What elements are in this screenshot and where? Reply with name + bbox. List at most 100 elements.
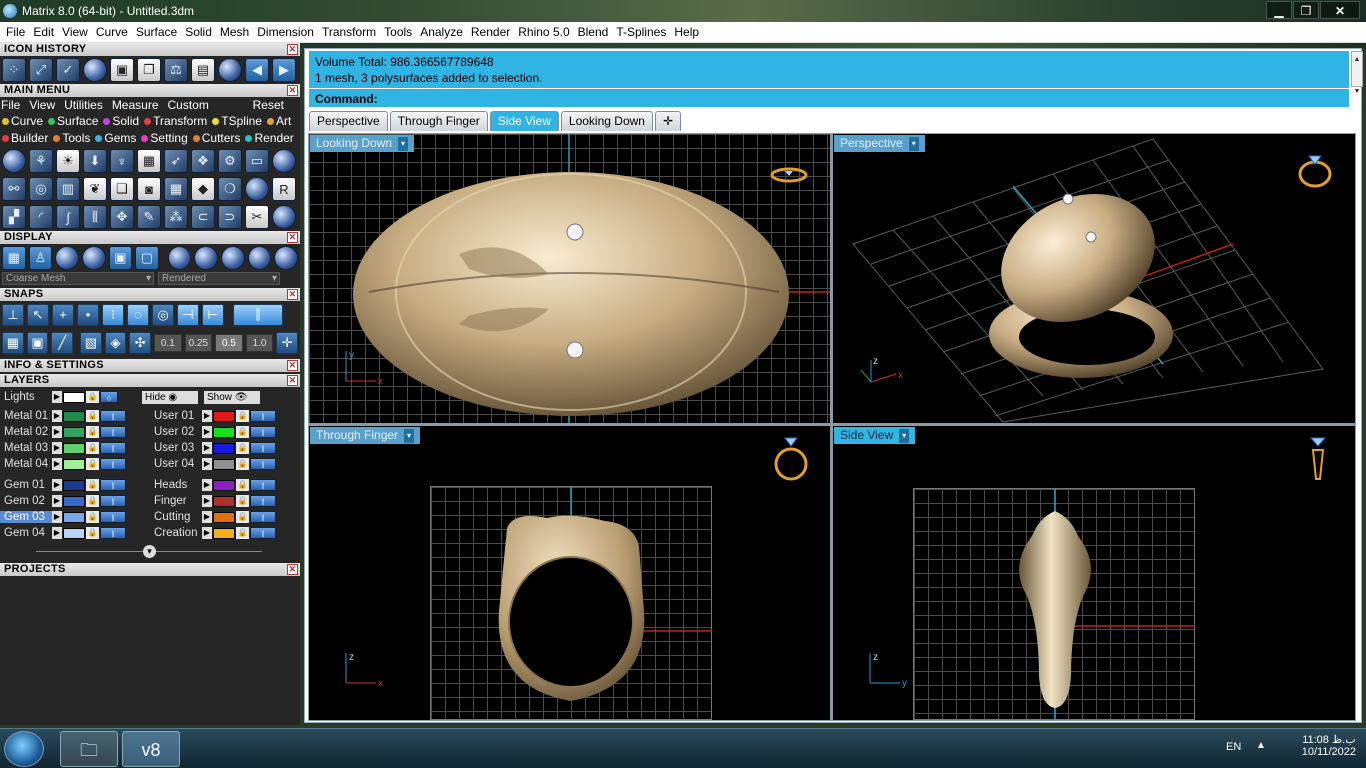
layer-row[interactable]: User 02 ▶ 🔒 I: [150, 424, 296, 440]
menu-render[interactable]: Render: [467, 25, 514, 39]
layer-name[interactable]: User 01: [150, 410, 202, 422]
crystal-icon[interactable]: ❖: [191, 149, 215, 173]
line-snap-icon[interactable]: ╱: [51, 332, 74, 354]
layer-color[interactable]: [63, 426, 85, 438]
move-icon[interactable]: ✥: [110, 205, 134, 229]
layer-row[interactable]: Metal 03 ▶ 🔒 I: [0, 440, 150, 456]
menu-file[interactable]: File: [2, 25, 29, 39]
layer-name[interactable]: Metal 01: [0, 410, 52, 422]
hatch-icon[interactable]: ▧: [80, 332, 102, 354]
mesh-select[interactable]: Coarse Mesh: [2, 272, 154, 285]
viewport-label[interactable]: Perspective ▾: [834, 135, 925, 152]
close-icon[interactable]: ✕: [287, 564, 298, 575]
close-icon[interactable]: ✕: [287, 360, 298, 371]
sun-icon[interactable]: ☀: [56, 149, 80, 173]
layer-row[interactable]: User 01 ▶ 🔒 I: [150, 408, 296, 424]
link-icon[interactable]: ⊂: [191, 205, 215, 229]
expand-icon[interactable]: ▶: [52, 426, 62, 438]
globe-icon[interactable]: [218, 58, 242, 82]
expand-icon[interactable]: ▶: [202, 410, 212, 422]
close-icon[interactable]: ✕: [287, 85, 298, 96]
menu-view[interactable]: View: [58, 25, 92, 39]
start-button[interactable]: [4, 731, 44, 767]
arrow-left-icon[interactable]: ◀: [245, 58, 269, 82]
viewport-side-view[interactable]: zy Side View ▾: [833, 426, 1355, 720]
layer-color[interactable]: [213, 442, 235, 454]
close-icon[interactable]: ✕: [287, 44, 298, 55]
snap-int-icon[interactable]: ◌: [127, 304, 149, 326]
screen-icon[interactable]: ▣: [108, 246, 133, 270]
lock-icon[interactable]: 🔒: [236, 426, 249, 438]
menu-rhino[interactable]: Rhino 5.0: [514, 25, 573, 39]
layer-row[interactable]: Gem 04 ▶ 🔒 I: [0, 525, 150, 541]
lock-icon[interactable]: 🔒: [86, 495, 99, 507]
lock-icon[interactable]: 🔒: [86, 527, 99, 539]
sphere-icon[interactable]: [83, 58, 107, 82]
visible-toggle[interactable]: I: [250, 442, 276, 454]
layer-row[interactable]: Metal 01 ▶ 🔒 I: [0, 408, 150, 424]
snap-toggle-icon[interactable]: ⫿: [233, 304, 283, 326]
layer-row[interactable]: Cutting ▶ 🔒 I: [150, 509, 296, 525]
layer-color[interactable]: [213, 426, 235, 438]
layer-color[interactable]: [213, 410, 235, 422]
collapse-icon[interactable]: ▾: [143, 545, 156, 558]
add-tab-button[interactable]: ✛: [654, 111, 681, 131]
chevron-down-icon[interactable]: ▾: [404, 428, 415, 443]
network-icon[interactable]: ⚯: [2, 177, 26, 201]
menu-tools[interactable]: Tools: [380, 25, 416, 39]
cat-solid[interactable]: Solid: [103, 113, 139, 130]
layer-row[interactable]: Metal 02 ▶ 🔒 I: [0, 424, 150, 440]
page-icon[interactable]: ❑: [110, 177, 134, 201]
visible-toggle[interactable]: I: [100, 426, 126, 438]
menu-transform[interactable]: Transform: [318, 25, 380, 39]
snap-near-icon[interactable]: ↖: [27, 304, 49, 326]
layer-row[interactable]: Heads ▶ 🔒 I: [150, 477, 296, 493]
glass-sphere-icon[interactable]: [247, 246, 272, 270]
visible-toggle[interactable]: I: [250, 495, 276, 507]
close-button[interactable]: ✕: [1320, 1, 1360, 19]
mode-select[interactable]: Rendered: [158, 272, 280, 285]
visible-toggle[interactable]: I: [250, 458, 276, 470]
drop-icon[interactable]: ❍: [218, 177, 242, 201]
layer-color[interactable]: [213, 479, 235, 491]
cat-transform[interactable]: Transform: [144, 113, 207, 130]
frame-icon[interactable]: ▭: [245, 149, 269, 173]
cube-icon[interactable]: [272, 149, 296, 173]
lock-icon[interactable]: 🔒: [236, 495, 249, 507]
layer-row[interactable]: Finger ▶ 🔒 I: [150, 493, 296, 509]
expand-icon[interactable]: ▶: [52, 442, 62, 454]
menu-surface[interactable]: Surface: [132, 25, 181, 39]
wireframe-icon[interactable]: ▦: [2, 246, 26, 270]
cat-curve[interactable]: Curve: [2, 113, 43, 130]
layer-name[interactable]: User 02: [150, 426, 202, 438]
menu-curve[interactable]: Curve: [92, 25, 132, 39]
lock-icon[interactable]: 🔒: [86, 391, 99, 403]
points-icon[interactable]: ⁘: [2, 58, 26, 82]
plane-icon[interactable]: ◈: [104, 332, 127, 354]
menu-blend[interactable]: Blend: [574, 25, 613, 39]
cat-render[interactable]: Render: [245, 130, 294, 147]
chevron-down-icon[interactable]: ▾: [908, 136, 919, 151]
curve-icon[interactable]: ∫: [56, 205, 80, 229]
layer-color[interactable]: [63, 511, 85, 523]
layer-name[interactable]: User 03: [150, 442, 202, 454]
snap-point-icon[interactable]: +: [52, 304, 74, 326]
layer-name[interactable]: Metal 03: [0, 442, 52, 454]
explorer-taskbar-icon[interactable]: 🗀: [60, 731, 118, 767]
layer-color[interactable]: [63, 479, 85, 491]
grid-icon[interactable]: ▦: [164, 177, 188, 201]
lock-icon[interactable]: 🔒: [236, 458, 249, 470]
layer-row[interactable]: Metal 04 ▶ 🔒 I: [0, 456, 150, 472]
layer-name[interactable]: Cutting: [150, 511, 202, 523]
visible-toggle[interactable]: I: [250, 527, 276, 539]
layer-name[interactable]: Finger: [150, 495, 202, 507]
move-points-icon[interactable]: ⤢: [29, 58, 53, 82]
arrow-right-icon[interactable]: ▶: [272, 58, 296, 82]
layer-name[interactable]: Gem 02: [0, 495, 52, 507]
close-icon[interactable]: ✕: [287, 375, 298, 386]
gem-globe-icon[interactable]: [2, 149, 26, 173]
layer-color[interactable]: [63, 442, 85, 454]
mm-measure[interactable]: Measure: [112, 98, 159, 113]
layer-name[interactable]: Heads: [150, 479, 202, 491]
cat-art[interactable]: Art: [266, 113, 291, 130]
